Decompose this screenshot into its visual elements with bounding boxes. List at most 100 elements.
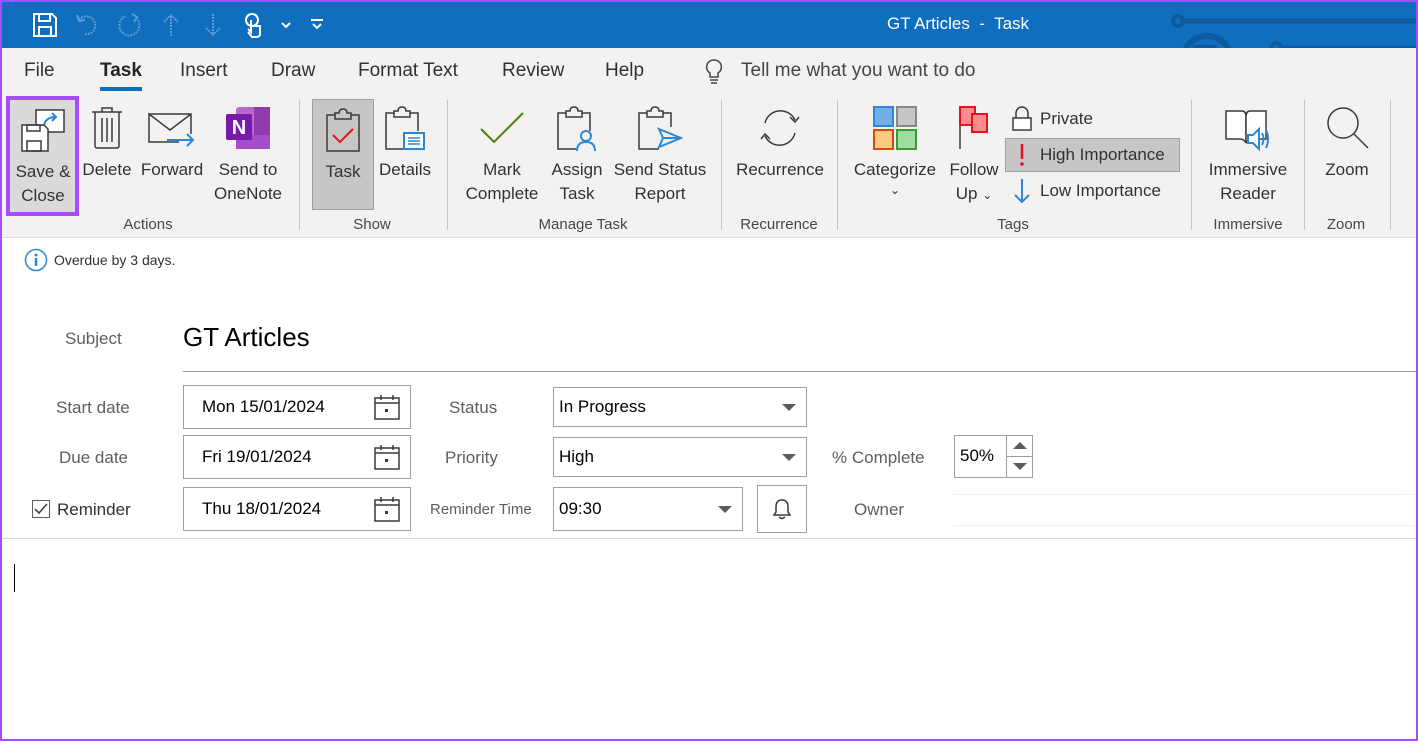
follow-up-button[interactable]: Follow Up ⌄	[945, 98, 1003, 207]
immersive-reader-label-1: Immersive	[1208, 160, 1288, 179]
percent-complete-value[interactable]: 50%	[960, 446, 994, 466]
send-status-report-button[interactable]: Send Status Report	[611, 98, 709, 206]
categorize-icon	[873, 98, 917, 158]
subject-underline	[183, 371, 1416, 372]
task-label: Task	[325, 162, 361, 181]
reminder-date-field[interactable]: Thu 18/01/2024	[183, 487, 411, 531]
stepper-buttons	[1006, 436, 1032, 477]
highlight-box	[6, 96, 79, 216]
trash-icon	[90, 98, 124, 158]
status-value: In Progress	[559, 397, 646, 416]
reminder-time-value: 09:30	[559, 499, 602, 518]
forward-mail-icon	[147, 98, 197, 158]
show-task-button[interactable]: Task	[312, 99, 374, 210]
high-importance-button[interactable]: High Importance	[1005, 138, 1180, 172]
categorize-button[interactable]: Categorize ⌄	[850, 98, 940, 198]
group-separator	[837, 100, 838, 230]
tab-draw[interactable]: Draw	[271, 60, 315, 82]
magnifier-icon	[1323, 98, 1371, 158]
details-label: Details	[379, 160, 431, 179]
priority-label: Priority	[445, 448, 498, 467]
undo-icon[interactable]	[66, 10, 108, 40]
calendar-icon[interactable]	[374, 496, 400, 522]
subject-label: Subject	[65, 329, 122, 348]
zoom-button[interactable]: Zoom	[1316, 98, 1378, 182]
start-date-field[interactable]: Mon 15/01/2024	[183, 385, 411, 429]
priority-value: High	[559, 447, 594, 466]
chevron-down-icon[interactable]	[276, 10, 296, 40]
reminder-sound-button[interactable]	[757, 485, 807, 533]
touch-mode-icon[interactable]	[234, 10, 276, 40]
tell-me-input[interactable]: Tell me what you want to do	[741, 60, 975, 82]
zoom-label: Zoom	[1325, 160, 1369, 179]
recurrence-button[interactable]: Recurrence	[735, 98, 825, 182]
redo-icon[interactable]	[108, 10, 150, 40]
tab-insert[interactable]: Insert	[180, 60, 228, 82]
exclamation-icon	[1020, 144, 1024, 166]
chevron-down-icon: ⌄	[889, 183, 901, 197]
start-date-label: Start date	[56, 398, 130, 417]
private-button[interactable]: Private	[1006, 102, 1101, 136]
tab-review[interactable]: Review	[502, 60, 564, 82]
subject-input[interactable]: GT Articles	[183, 322, 310, 353]
percent-complete-label: % Complete	[832, 448, 925, 467]
task-body-editor[interactable]	[2, 539, 1416, 739]
details-button[interactable]: Details	[377, 98, 433, 182]
send-to-onenote-button[interactable]: N Send to OneNote	[209, 98, 287, 206]
decrement-button[interactable]	[1007, 457, 1032, 478]
ribbon-tabs: File Task Insert Draw Format Text Review…	[2, 48, 1416, 94]
percent-complete-stepper[interactable]: 50%	[954, 435, 1033, 478]
recurrence-label: Recurrence	[736, 160, 824, 179]
circuit-decoration-icon	[1171, 14, 1416, 48]
tab-help[interactable]: Help	[605, 60, 644, 82]
high-importance-label: High Importance	[1040, 145, 1165, 164]
assign-task-icon	[556, 98, 598, 158]
group-separator	[299, 100, 300, 230]
save-icon[interactable]	[24, 10, 66, 40]
group-separator	[1390, 100, 1391, 230]
immersive-reader-icon	[1222, 98, 1274, 158]
group-label-show: Show	[353, 216, 391, 233]
calendar-icon[interactable]	[374, 444, 400, 470]
private-label: Private	[1040, 109, 1093, 128]
task-window: GT Articles - Task File Task Insert Draw…	[0, 0, 1418, 741]
reminder-checkbox[interactable]	[32, 500, 50, 518]
priority-dropdown[interactable]: High	[553, 437, 807, 477]
status-dropdown[interactable]: In Progress	[553, 387, 807, 427]
mark-complete-button[interactable]: Mark Complete	[460, 98, 544, 206]
calendar-icon[interactable]	[374, 394, 400, 420]
reminder-time-dropdown[interactable]: 09:30	[553, 487, 743, 531]
tab-format-text[interactable]: Format Text	[358, 60, 458, 82]
group-label-recurrence: Recurrence	[740, 216, 818, 233]
follow-up-label-2: Up ⌄	[955, 184, 993, 203]
assign-task-button[interactable]: Assign Task	[548, 98, 606, 206]
increment-button[interactable]	[1007, 436, 1032, 457]
group-label-manage-task: Manage Task	[538, 216, 628, 233]
tell-me-search[interactable]: Tell me what you want to do	[705, 58, 975, 84]
forward-button[interactable]: Forward	[138, 98, 206, 182]
next-item-icon[interactable]	[192, 10, 234, 40]
tab-task[interactable]: Task	[100, 60, 142, 91]
follow-up-label-1: Follow	[949, 160, 999, 179]
info-bar: Overdue by 3 days.	[24, 248, 175, 272]
group-label-actions: Actions	[123, 216, 173, 233]
send-onenote-label-1: Send to	[218, 160, 278, 179]
due-date-field[interactable]: Fri 19/01/2024	[183, 435, 411, 479]
customize-qat-icon[interactable]	[296, 10, 338, 40]
quick-access-toolbar	[24, 10, 338, 40]
ribbon: Save & Close Delete Forward N Send to On…	[2, 94, 1416, 238]
send-status-label-2: Report	[634, 184, 686, 203]
forward-label: Forward	[140, 160, 204, 179]
tab-file[interactable]: File	[24, 60, 55, 82]
owner-label: Owner	[854, 500, 905, 519]
arrow-down-icon	[1012, 463, 1027, 471]
onenote-icon: N	[224, 98, 272, 158]
checkmark-icon	[34, 503, 48, 515]
flag-icon	[957, 98, 991, 158]
low-importance-button[interactable]: Low Importance	[1006, 174, 1169, 208]
info-icon	[24, 248, 48, 272]
delete-button[interactable]: Delete	[80, 98, 134, 182]
immersive-reader-button[interactable]: Immersive Reader	[1202, 98, 1294, 206]
previous-item-icon[interactable]	[150, 10, 192, 40]
immersive-reader-label-2: Reader	[1220, 184, 1276, 203]
